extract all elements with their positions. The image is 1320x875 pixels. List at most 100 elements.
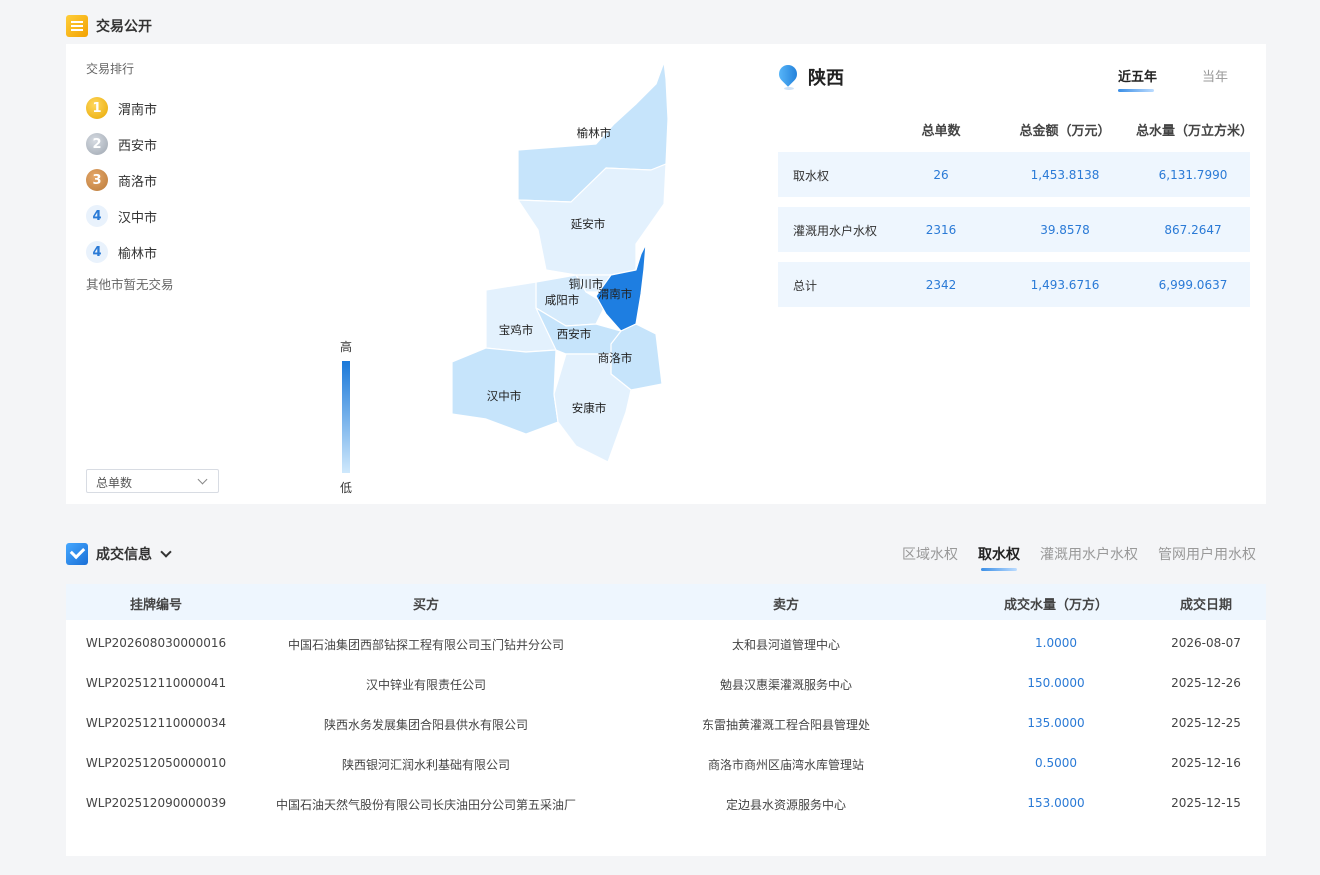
tab-five-years[interactable]: 近五年 xyxy=(1118,66,1157,92)
map-label-xian: 西安市 xyxy=(557,327,592,341)
map-label-hanzhong: 汉中市 xyxy=(487,389,522,403)
cell-volume: 150.0000 xyxy=(1027,676,1085,690)
cell-date: 2025-12-16 xyxy=(1171,756,1241,770)
cell-listing-id: WLP202512050000010 xyxy=(85,756,227,770)
stats-row-label: 总计 xyxy=(793,279,818,293)
cell-listing-id: WLP202512110000034 xyxy=(85,716,227,730)
table-row[interactable]: WLP202608030000016 中国石油集团西部钻探工程有限公司玉门钻井分… xyxy=(66,626,1266,666)
col-volume: 成交水量（万方） xyxy=(1003,598,1108,613)
table-row[interactable]: WLP202512050000010 陕西银河汇润水利基础有限公司 商洛市商州区… xyxy=(66,746,1266,786)
chevron-down-icon xyxy=(197,474,208,485)
legend-low-label: 低 xyxy=(339,481,352,495)
stats-volume: 6,131.7990 xyxy=(1158,168,1228,182)
deal-type-tabs: 区域水权 取水权 灌溉用水户水权 管网用户用水权 xyxy=(902,544,1256,571)
stats-header: 总单数 总金额（万元） 总水量（万立方米） xyxy=(778,120,1254,140)
table-row[interactable]: WLP202512090000039 中国石油天然气股份有限公司长庆油田分公司第… xyxy=(66,786,1266,826)
cell-seller: 商洛市商州区庙湾水库管理站 xyxy=(707,758,864,772)
cell-seller: 太和县河道管理中心 xyxy=(731,638,840,652)
table-row[interactable]: WLP202512110000034 陕西水务发展集团合阳县供水有限公司 东雷抽… xyxy=(66,706,1266,746)
tab-pipe-network-rights[interactable]: 管网用户用水权 xyxy=(1158,544,1256,571)
rank-badge: 4 xyxy=(86,205,108,227)
legend-gradient-bar xyxy=(342,361,350,473)
cell-date: 2026-08-07 xyxy=(1171,636,1241,650)
ranking-item: 4 汉中市 xyxy=(86,198,157,234)
cell-buyer: 陕西水务发展集团合阳县供水有限公司 xyxy=(323,718,528,732)
stats-count: 2342 xyxy=(925,278,957,292)
rank-badge-silver: 2 xyxy=(86,133,108,155)
cell-volume: 153.0000 xyxy=(1027,796,1085,810)
document-icon xyxy=(66,15,88,37)
chevron-down-icon[interactable] xyxy=(160,546,172,558)
stats-count: 2316 xyxy=(925,223,957,237)
cell-buyer: 中国石油天然气股份有限公司长庆油田分公司第五采油厂 xyxy=(275,798,576,812)
cell-date: 2025-12-15 xyxy=(1171,796,1241,810)
trade-public-card: 交易排行 1 渭南市 2 西安市 3 商洛市 4 汉中市 4 榆林市 其他市暂无… xyxy=(66,44,1266,504)
cell-seller: 定边县水资源服务中心 xyxy=(725,798,846,812)
rank-city: 榆林市 xyxy=(118,246,158,262)
ranking-list: 1 渭南市 2 西安市 3 商洛市 4 汉中市 4 榆林市 xyxy=(86,90,157,270)
cell-listing-id: WLP202512110000041 xyxy=(85,676,227,690)
cell-date: 2025-12-25 xyxy=(1171,716,1241,730)
trade-public-header: 交易公开 xyxy=(66,14,152,38)
map-label-shangluo: 商洛市 xyxy=(598,351,633,365)
ranking-item: 4 榆林市 xyxy=(86,234,157,270)
ranking-title: 交易排行 xyxy=(86,62,135,76)
legend-high-label: 高 xyxy=(339,340,352,354)
tab-regional-water-rights[interactable]: 区域水权 xyxy=(902,544,958,571)
table-header: 挂牌编号 买方 卖方 成交水量（万方） 成交日期 xyxy=(66,584,1266,620)
deal-table-card: 挂牌编号 买方 卖方 成交水量（万方） 成交日期 WLP202608030000… xyxy=(66,584,1266,856)
cell-volume: 135.0000 xyxy=(1027,716,1085,730)
cell-volume: 0.5000 xyxy=(1035,756,1077,770)
shaanxi-map: 榆林市 延安市 铜川市 咸阳市 渭南市 宝鸡市 西安市 商洛市 汉中市 安康市 xyxy=(451,61,669,463)
col-listing-id: 挂牌编号 xyxy=(129,598,182,613)
stats-row: 总计 2342 1,493.6716 6,999.0637 xyxy=(778,262,1250,307)
cell-buyer: 陕西银河汇润水利基础有限公司 xyxy=(341,758,510,772)
tab-water-intake-rights[interactable]: 取水权 xyxy=(978,544,1020,571)
map-legend: 高 低 xyxy=(338,338,354,496)
stats-amount: 1,493.6716 xyxy=(1030,278,1100,292)
section-title: 成交信息 xyxy=(96,547,152,563)
location-pin-icon xyxy=(778,65,798,90)
rank-city: 西安市 xyxy=(118,138,158,154)
map-label-weinan: 渭南市 xyxy=(598,287,633,301)
cell-seller: 勉县汉惠渠灌溉服务中心 xyxy=(719,678,852,692)
metric-select[interactable]: 总单数 xyxy=(86,469,219,493)
stats-row-label: 取水权 xyxy=(793,169,830,183)
checklist-icon xyxy=(66,543,88,565)
cell-listing-id: WLP202512090000039 xyxy=(85,796,227,810)
metric-select-value: 总单数 xyxy=(96,476,133,490)
col-volume-header: 总水量（万立方米） xyxy=(1136,124,1254,139)
map-label-baoji: 宝鸡市 xyxy=(499,323,534,337)
tab-irrigation-rights[interactable]: 灌溉用水户水权 xyxy=(1040,544,1138,571)
col-amount-header: 总金额（万元） xyxy=(1019,124,1111,139)
rank-city: 汉中市 xyxy=(118,210,158,226)
ranking-item: 1 渭南市 xyxy=(86,90,157,126)
col-count-header: 总单数 xyxy=(921,124,961,139)
stats-row-label: 灌溉用水户水权 xyxy=(793,224,878,238)
stats-amount: 39.8578 xyxy=(1040,223,1090,237)
stats-volume: 6,999.0637 xyxy=(1158,278,1228,292)
rank-city: 商洛市 xyxy=(118,174,158,190)
stats-count: 26 xyxy=(933,168,949,182)
section-title: 交易公开 xyxy=(96,19,152,35)
province-name: 陕西 xyxy=(808,68,844,89)
col-date: 成交日期 xyxy=(1179,598,1232,613)
stats-row: 灌溉用水户水权 2316 39.8578 867.2647 xyxy=(778,207,1250,252)
col-buyer: 买方 xyxy=(412,598,439,613)
tab-current-year[interactable]: 当年 xyxy=(1202,66,1228,85)
rank-badge-bronze: 3 xyxy=(86,169,108,191)
map-label-ankang: 安康市 xyxy=(572,401,607,415)
cell-buyer: 汉中锌业有限责任公司 xyxy=(365,678,486,692)
map-label-xianyang: 咸阳市 xyxy=(545,293,580,307)
ranking-item: 2 西安市 xyxy=(86,126,157,162)
table-row[interactable]: WLP202512110000041 汉中锌业有限责任公司 勉县汉惠渠灌溉服务中… xyxy=(66,666,1266,706)
rank-badge-gold: 1 xyxy=(86,97,108,119)
province-header: 陕西 xyxy=(778,64,844,90)
cell-listing-id: WLP202608030000016 xyxy=(85,636,227,650)
map-label-yulin: 榆林市 xyxy=(577,126,612,140)
rank-badge: 4 xyxy=(86,241,108,263)
cell-volume: 1.0000 xyxy=(1035,636,1077,650)
other-cities-note: 其他市暂无交易 xyxy=(86,277,174,292)
cell-seller: 东雷抽黄灌溉工程合阳县管理处 xyxy=(701,718,870,732)
ranking-item: 3 商洛市 xyxy=(86,162,157,198)
